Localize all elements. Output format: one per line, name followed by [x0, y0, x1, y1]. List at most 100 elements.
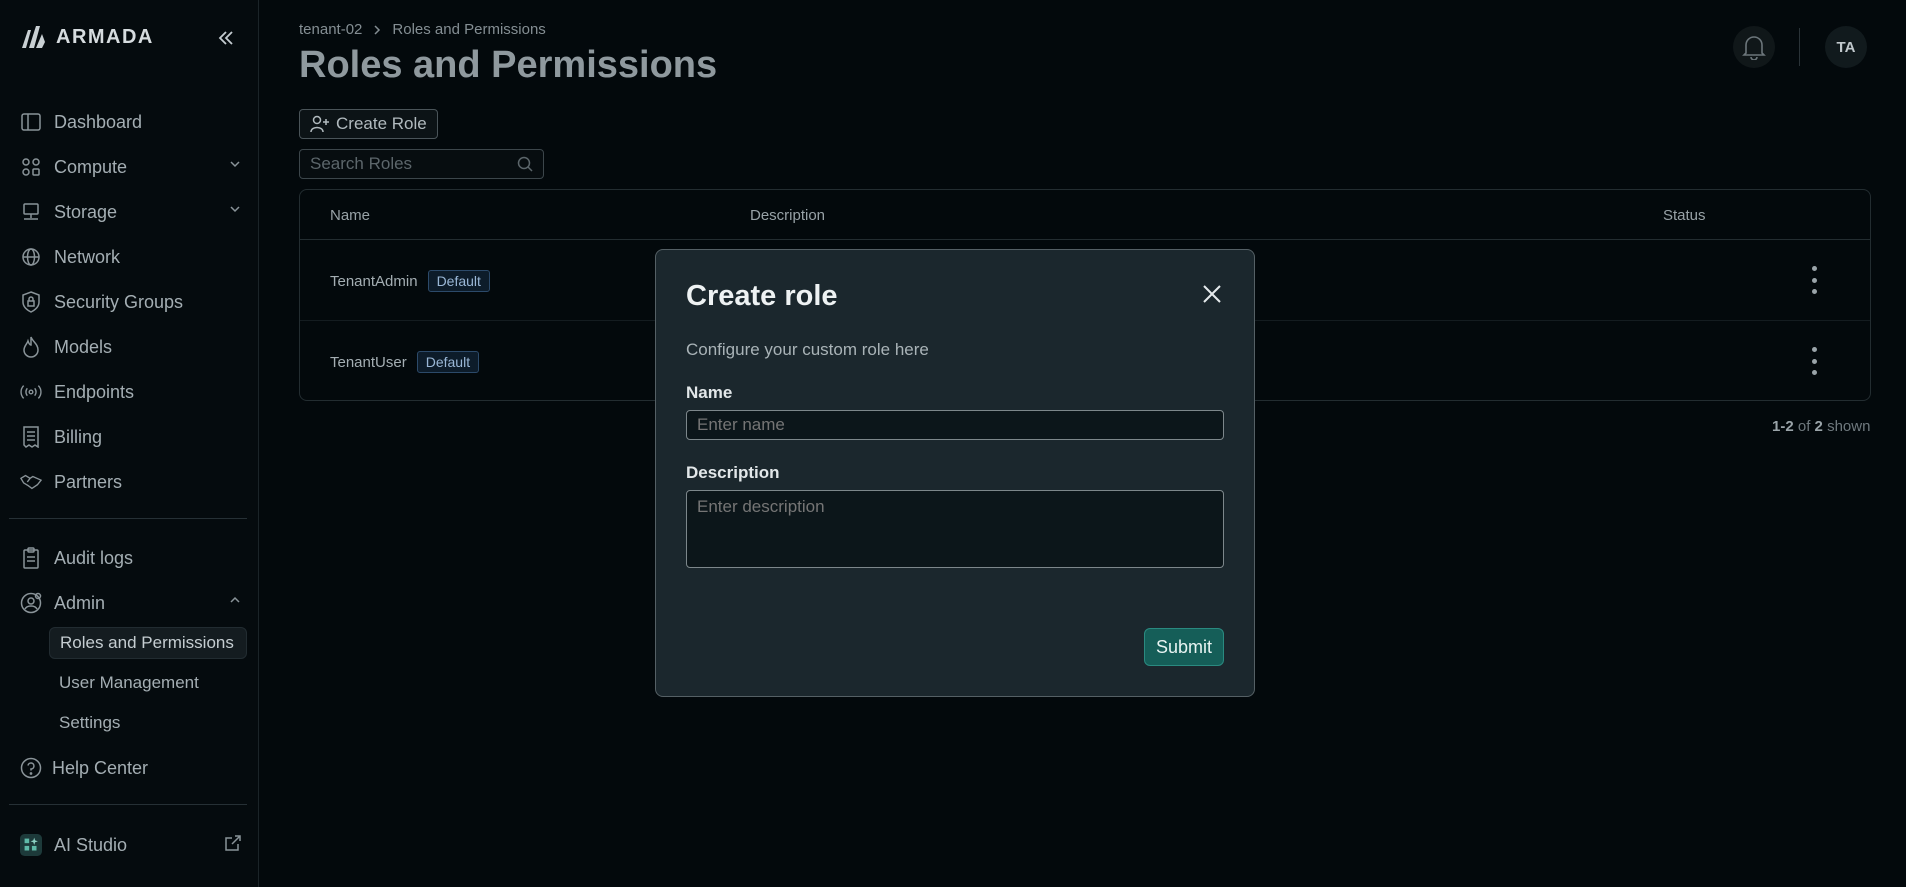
sidebar-item-label: Audit logs — [54, 547, 134, 568]
chevron-down-icon — [230, 161, 240, 168]
sidebar-item-ai-studio[interactable]: AI Studio — [20, 830, 242, 860]
search-placeholder: Search Roles — [310, 154, 413, 173]
role-name: TenantUser — [330, 353, 407, 371]
table-header: Name Description Status — [300, 190, 1870, 240]
column-header-description[interactable]: Description — [750, 207, 825, 224]
sidebar-item-label: Admin — [54, 592, 106, 613]
sidebar-item-models[interactable]: Models — [20, 332, 242, 362]
sidebar-item-label: Security Groups — [54, 291, 184, 312]
server-icon — [20, 201, 42, 223]
ai-studio-icon — [20, 834, 42, 856]
sidebar-subitem-settings[interactable]: Settings — [49, 707, 247, 739]
sidebar-item-label: AI Studio — [54, 834, 128, 855]
kebab-dot — [1811, 347, 1817, 352]
sidebar-item-label: Help Center — [52, 757, 149, 778]
close-modal-button[interactable] — [1201, 283, 1223, 305]
sidebar-item-audit-logs[interactable]: Audit logs — [20, 543, 242, 573]
user-gear-icon — [20, 592, 42, 614]
logo-text: ARMADA — [56, 25, 154, 48]
bell-icon — [1742, 36, 1766, 60]
kebab-dot — [1811, 277, 1817, 283]
create-role-button[interactable]: Create Role — [299, 109, 438, 139]
default-badge: Default — [427, 270, 490, 292]
sidebar: ARMADA Dashboard Compute Storage Network — [0, 0, 259, 887]
close-icon — [1203, 285, 1221, 303]
row-actions-button[interactable] — [1808, 266, 1820, 294]
sidebar-item-network[interactable]: Network — [20, 242, 242, 272]
pagination-of: of — [1797, 418, 1811, 435]
breadcrumb-item-tenant[interactable]: tenant-02 — [299, 21, 362, 38]
clipboard-list-icon — [20, 547, 42, 569]
sidebar-item-label: Billing — [54, 426, 103, 447]
help-circle-icon — [20, 757, 42, 779]
chevron-up-icon — [230, 596, 240, 603]
sidebar-item-admin[interactable]: Admin — [20, 588, 242, 618]
name-label: Name — [686, 383, 733, 402]
sidebar-item-billing[interactable]: Billing — [20, 422, 242, 452]
sidebar-item-label: Dashboard — [54, 111, 143, 132]
kebab-dot — [1811, 266, 1817, 271]
modal-subtitle: Configure your custom role here — [686, 340, 929, 359]
pagination-total: 2 — [1814, 418, 1823, 435]
create-role-modal: Create role Configure your custom role h… — [655, 249, 1255, 697]
column-header-name[interactable]: Name — [330, 207, 370, 224]
logo[interactable]: ARMADA — [20, 24, 154, 50]
column-header-status[interactable]: Status — [1663, 207, 1706, 224]
sidebar-panel-icon — [20, 111, 42, 133]
role-name-cell: TenantUser Default — [330, 351, 480, 373]
pagination-range: 1-2 — [1772, 418, 1794, 435]
sidebar-subitem-roles-and-permissions[interactable]: Roles and Permissions — [49, 627, 247, 659]
sidebar-item-endpoints[interactable]: Endpoints — [20, 377, 242, 407]
kebab-dot — [1811, 370, 1817, 375]
nodes-icon — [20, 156, 42, 178]
modal-title: Create role — [686, 280, 838, 312]
kebab-dot — [1811, 358, 1817, 364]
chevrons-left-icon — [218, 31, 233, 45]
role-name: TenantAdmin — [330, 272, 418, 290]
sidebar-item-compute[interactable]: Compute — [20, 152, 242, 182]
sidebar-item-dashboard[interactable]: Dashboard — [20, 107, 242, 137]
sidebar-item-partners[interactable]: Partners — [20, 467, 242, 497]
submit-button[interactable]: Submit — [1144, 628, 1224, 666]
broadcast-icon — [20, 381, 42, 403]
default-badge: Default — [416, 351, 480, 373]
name-input[interactable] — [686, 410, 1224, 440]
pagination-suffix: shown — [1827, 418, 1871, 435]
create-role-label: Create Role — [336, 114, 427, 133]
row-actions-button[interactable] — [1808, 347, 1820, 375]
header-separator — [1799, 28, 1800, 66]
lock-shield-icon — [20, 291, 42, 313]
kebab-dot — [1811, 289, 1817, 294]
sidebar-item-label: Storage — [54, 201, 118, 222]
external-link-icon[interactable] — [224, 834, 242, 852]
breadcrumb-item-current: Roles and Permissions — [392, 21, 546, 38]
collapse-sidebar-button[interactable] — [216, 28, 236, 54]
role-name-cell: TenantAdmin Default — [330, 270, 490, 292]
search-roles-input[interactable]: Search Roles — [299, 149, 544, 179]
sidebar-item-security-groups[interactable]: Security Groups — [20, 287, 242, 317]
sidebar-divider — [9, 518, 247, 519]
pagination-summary: 1-2 of 2 shown — [1772, 418, 1870, 435]
receipt-icon — [20, 426, 42, 448]
chevron-down-icon — [230, 206, 240, 213]
sidebar-item-storage[interactable]: Storage — [20, 197, 242, 227]
sidebar-subitem-user-management[interactable]: User Management — [49, 667, 247, 699]
sidebar-item-label: Endpoints — [54, 381, 135, 402]
page-title: Roles and Permissions — [299, 44, 718, 86]
sidebar-item-help-center[interactable]: Help Center — [20, 753, 242, 783]
sidebar-item-label: Network — [54, 246, 121, 267]
flame-icon — [20, 336, 42, 358]
sidebar-divider — [9, 804, 247, 805]
armada-logo-icon — [22, 26, 45, 48]
user-avatar[interactable]: TA — [1825, 26, 1867, 68]
user-plus-icon — [310, 115, 329, 133]
search-icon — [517, 156, 533, 172]
description-textarea[interactable] — [686, 490, 1224, 568]
chevron-right-icon — [374, 24, 381, 35]
sidebar-item-label: Partners — [54, 471, 123, 492]
breadcrumb: tenant-02 Roles and Permissions — [299, 21, 546, 38]
notifications-button[interactable] — [1733, 26, 1775, 68]
description-label: Description — [686, 463, 780, 482]
sidebar-item-label: Models — [54, 336, 113, 357]
handshake-icon — [20, 471, 42, 493]
